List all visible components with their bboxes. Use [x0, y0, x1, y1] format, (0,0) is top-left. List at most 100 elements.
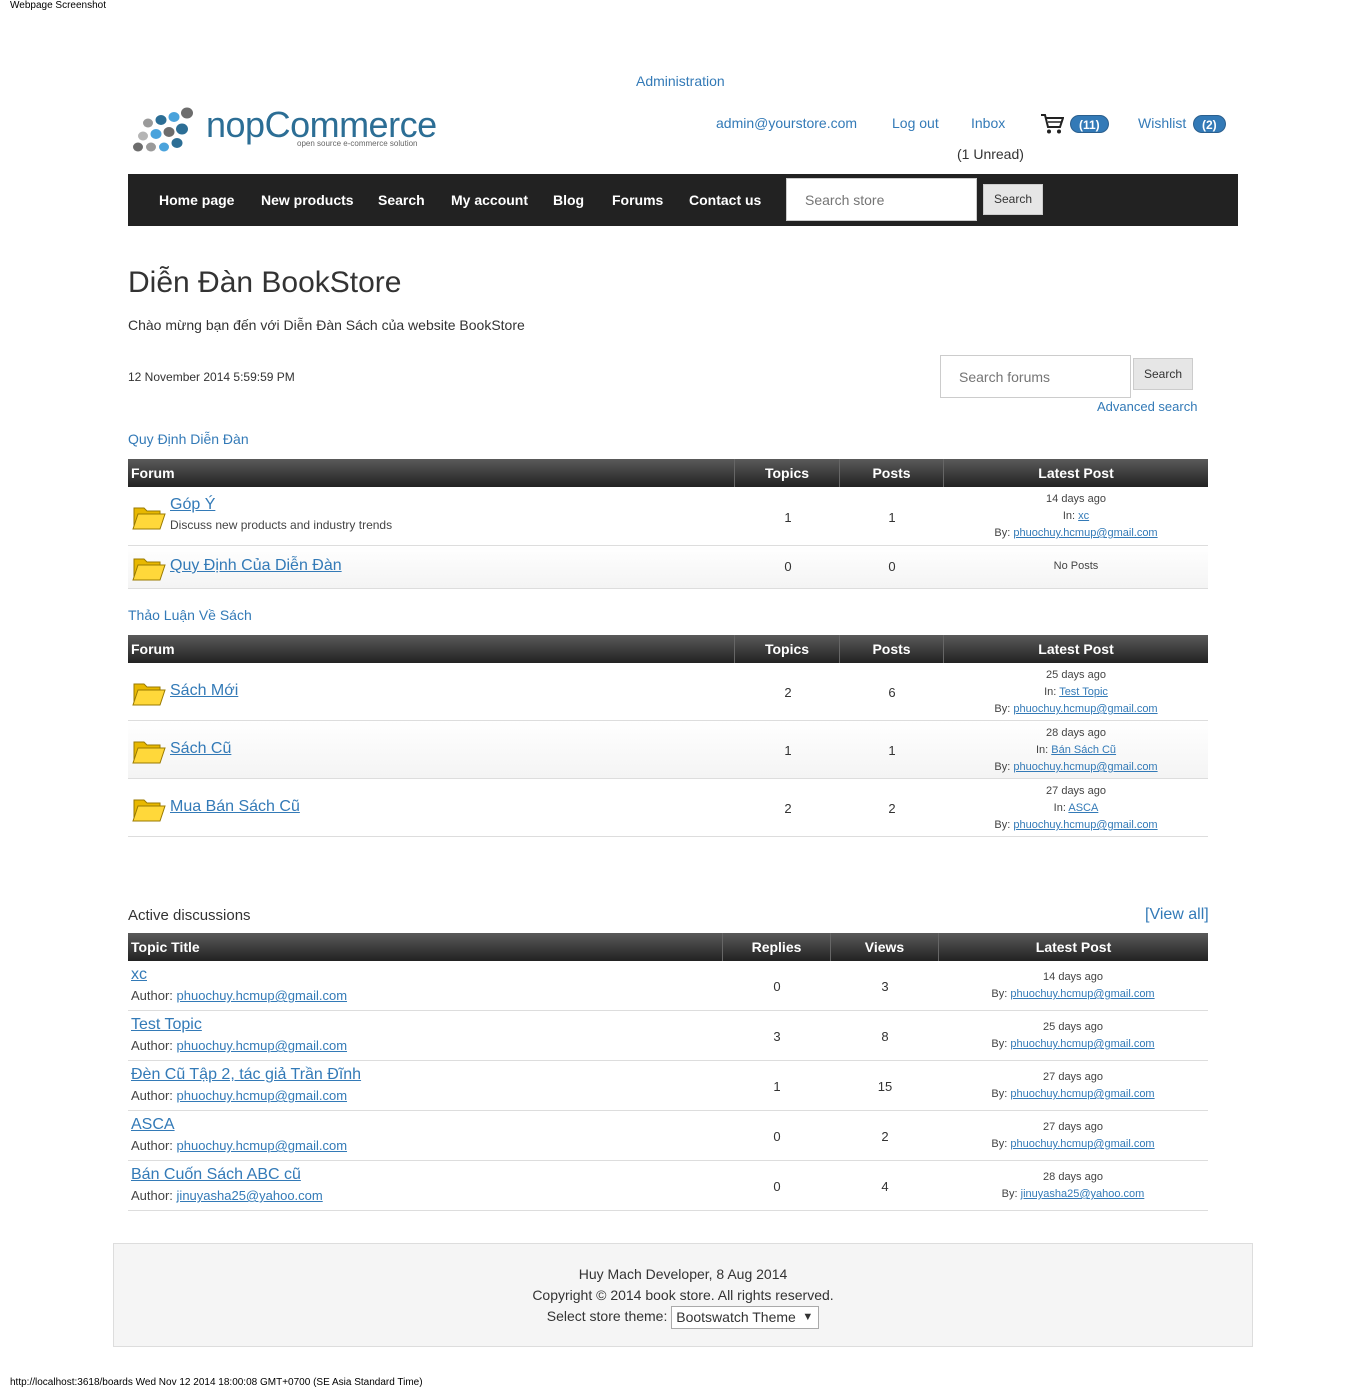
- author-label: Author:: [131, 1138, 173, 1153]
- col-replies: Replies: [723, 933, 831, 961]
- topics-count: 1: [784, 743, 792, 758]
- administration-link[interactable]: Administration: [636, 73, 725, 89]
- latest-topic-link[interactable]: Bán Sách Cũ: [1051, 744, 1116, 756]
- wishlist-link[interactable]: Wishlist: [1138, 115, 1186, 131]
- view-all-link[interactable]: [View all]: [1145, 906, 1209, 924]
- latest-post-info: 27 days ago In: ASCA By: phuochuy.hcmup@…: [942, 783, 1210, 834]
- views-count: 3: [881, 979, 889, 994]
- views-count: 2: [881, 1129, 889, 1144]
- folder-icon: [132, 683, 166, 706]
- col-views: Views: [831, 933, 939, 961]
- folder-icon: [132, 558, 166, 581]
- inbox-link[interactable]: Inbox: [971, 115, 1005, 131]
- latest-author-link[interactable]: phuochuy.hcmup@gmail.com: [1013, 761, 1157, 773]
- logout-link[interactable]: Log out: [892, 115, 939, 131]
- latest-in-label: In:: [1062, 510, 1076, 522]
- nav-my-account[interactable]: My account: [451, 192, 528, 208]
- nav-home-page[interactable]: Home page: [159, 192, 234, 208]
- topic-title-link[interactable]: xc: [131, 966, 147, 984]
- topic-author-link[interactable]: phuochuy.hcmup@gmail.com: [177, 988, 347, 1003]
- replies-count: 0: [773, 1129, 781, 1144]
- latest-topic-link[interactable]: xc: [1078, 510, 1089, 522]
- topic-title-link[interactable]: Bán Cuốn Sách ABC cũ: [131, 1166, 301, 1184]
- latest-author-link[interactable]: phuochuy.hcmup@gmail.com: [1010, 1088, 1154, 1100]
- forum-name-link[interactable]: Góp Ý: [170, 496, 215, 514]
- nav-contact-us[interactable]: Contact us: [689, 192, 761, 208]
- forum-name-link[interactable]: Mua Bán Sách Cũ: [170, 798, 300, 816]
- store-search-input[interactable]: [786, 178, 977, 221]
- topic-row: Bán Cuốn Sách ABC cũ Author: jinuyasha25…: [128, 1161, 1208, 1211]
- active-table-header: Topic Title Replies Views Latest Post: [128, 933, 1208, 961]
- posts-count: 2: [888, 801, 896, 816]
- forum-name-link[interactable]: Sách Mới: [170, 682, 238, 700]
- store-search-button[interactable]: Search: [983, 184, 1043, 215]
- forum-row: Sách Mới 2 6 25 days ago In: Test Topic …: [128, 663, 1208, 721]
- latest-author-link[interactable]: phuochuy.hcmup@gmail.com: [1010, 1038, 1154, 1050]
- forum-row: Quy Định Của Diễn Đàn 0 0 No Posts: [128, 546, 1208, 589]
- nav-blog[interactable]: Blog: [553, 192, 584, 208]
- latest-topic-link[interactable]: ASCA: [1068, 802, 1098, 814]
- nav-search[interactable]: Search: [378, 192, 425, 208]
- topic-author-link[interactable]: phuochuy.hcmup@gmail.com: [177, 1138, 347, 1153]
- topic-author-link[interactable]: jinuyasha25@yahoo.com: [177, 1188, 323, 1203]
- forum-search-input[interactable]: [940, 355, 1131, 398]
- theme-select[interactable]: Bootswatch Theme ▼: [671, 1306, 820, 1329]
- col-posts: Posts: [840, 459, 944, 487]
- posts-count: 1: [888, 510, 896, 525]
- topics-count: 0: [784, 559, 792, 574]
- latest-author-link[interactable]: phuochuy.hcmup@gmail.com: [1010, 988, 1154, 1000]
- account-email-link[interactable]: admin@yourstore.com: [716, 115, 857, 131]
- latest-author-link[interactable]: phuochuy.hcmup@gmail.com: [1013, 819, 1157, 831]
- theme-label: Select store theme:: [546, 1308, 668, 1325]
- logo-subtitle: open source e-commerce solution: [297, 139, 418, 148]
- posts-count: 0: [888, 559, 896, 574]
- forum-table: Forum Topics Posts Latest Post Sách Mới …: [128, 635, 1208, 837]
- screenshot-label: Webpage Screenshot: [10, 0, 106, 11]
- views-count: 15: [877, 1079, 893, 1094]
- latest-author-link[interactable]: phuochuy.hcmup@gmail.com: [1013, 527, 1157, 539]
- forum-name-link[interactable]: Quy Định Của Diễn Đàn: [170, 557, 342, 575]
- forum-group-title[interactable]: Quy Định Diễn Đàn: [128, 431, 249, 447]
- forum-group-title[interactable]: Thảo Luận Về Sách: [128, 607, 252, 623]
- views-count: 8: [881, 1029, 889, 1044]
- topics-count: 2: [784, 685, 792, 700]
- forum-row: Góp Ý Discuss new products and industry …: [128, 487, 1208, 546]
- latest-in-label: In:: [1053, 802, 1066, 814]
- topic-author-link[interactable]: phuochuy.hcmup@gmail.com: [177, 1038, 347, 1053]
- col-topics: Topics: [735, 635, 840, 663]
- latest-author-link[interactable]: phuochuy.hcmup@gmail.com: [1010, 1138, 1154, 1150]
- latest-by-label: By:: [994, 819, 1011, 831]
- forum-table: Forum Topics Posts Latest Post Góp Ý Dis…: [128, 459, 1208, 589]
- topic-title-link[interactable]: Đèn Cũ Tập 2, tác giả Trần Đĩnh: [131, 1066, 361, 1084]
- latest-in-label: In:: [1035, 744, 1049, 756]
- active-discussions-title: Active discussions: [128, 907, 251, 924]
- topic-author-link[interactable]: phuochuy.hcmup@gmail.com: [177, 1088, 347, 1103]
- latest-post-age: 25 days ago: [1046, 669, 1106, 681]
- wishlist-count-badge[interactable]: (2): [1193, 115, 1226, 133]
- forum-row: Sách Cũ 1 1 28 days ago In: Bán Sách Cũ …: [128, 721, 1208, 779]
- nav-new-products[interactable]: New products: [261, 192, 354, 208]
- folder-icon: [132, 507, 166, 530]
- topic-title-link[interactable]: ASCA: [131, 1116, 175, 1134]
- footer: Huy Mach Developer, 8 Aug 2014 Copyright…: [113, 1243, 1253, 1347]
- nav-forums[interactable]: Forums: [612, 192, 663, 208]
- inbox-unread-count: (1 Unread): [957, 146, 1024, 162]
- forum-search-button[interactable]: Search: [1133, 358, 1193, 390]
- forum-name-link[interactable]: Sách Cũ: [170, 740, 231, 758]
- no-posts-label: No Posts: [1053, 560, 1099, 572]
- topic-row: Test Topic Author: phuochuy.hcmup@gmail.…: [128, 1011, 1208, 1061]
- status-bar: http://localhost:3618/boards Wed Nov 12 …: [10, 1377, 423, 1388]
- author-label: Author:: [131, 1038, 173, 1053]
- theme-selected-value: Bootswatch Theme: [676, 1309, 796, 1325]
- topic-row: xc Author: phuochuy.hcmup@gmail.com 0 3 …: [128, 961, 1208, 1011]
- latest-topic-link[interactable]: Test Topic: [1059, 686, 1108, 698]
- latest-post-age: 27 days ago: [1046, 785, 1106, 797]
- footer-developer: Huy Mach Developer, 8 Aug 2014: [578, 1266, 788, 1282]
- advanced-search-link[interactable]: Advanced search: [1097, 399, 1197, 414]
- latest-author-link[interactable]: phuochuy.hcmup@gmail.com: [1013, 703, 1157, 715]
- latest-author-link[interactable]: jinuyasha25@yahoo.com: [1021, 1188, 1145, 1200]
- shopping-cart-icon[interactable]: [1040, 113, 1064, 135]
- topic-title-link[interactable]: Test Topic: [131, 1016, 202, 1034]
- cart-count-badge[interactable]: (11): [1070, 115, 1109, 133]
- latest-post-info: 28 days ago In: Bán Sách Cũ By: phuochuy…: [942, 725, 1210, 776]
